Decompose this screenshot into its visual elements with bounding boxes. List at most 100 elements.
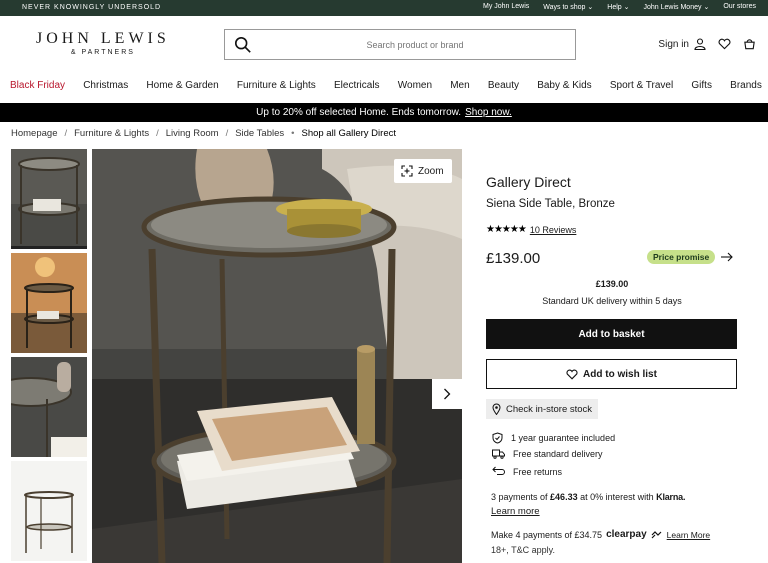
user-icon: [694, 38, 706, 50]
klarna-amount: £46.33: [550, 492, 578, 502]
shop-now-link[interactable]: Shop now.: [465, 107, 512, 118]
thumbnail-3[interactable]: [11, 357, 87, 457]
john-lewis-money-label: John Lewis Money: [643, 4, 702, 11]
nav-gifts[interactable]: Gifts: [691, 76, 712, 98]
add-to-basket-button[interactable]: Add to basket: [486, 319, 737, 349]
star-rating-icon: ★★★★★: [486, 224, 527, 235]
thumbnail-1[interactable]: [11, 149, 87, 249]
chevron-down-icon: ⌄: [703, 4, 710, 11]
utility-links: My John Lewis Ways to shop ⌄ Help ⌄ John…: [483, 3, 756, 11]
delivery-info: Standard UK delivery within 5 days: [542, 296, 682, 306]
chevron-down-icon: ⌄: [623, 4, 630, 11]
nav-black-friday[interactable]: Black Friday: [10, 76, 65, 98]
wishlist-label: Add to wish list: [583, 368, 657, 380]
ways-to-shop-label: Ways to shop: [543, 4, 586, 11]
breadcrumb-bullet: •: [291, 128, 295, 139]
reviews-link[interactable]: 10 Reviews: [530, 225, 577, 235]
nav-men[interactable]: Men: [450, 76, 469, 98]
promo-banner: Up to 20% off selected Home. Ends tomorr…: [0, 103, 768, 122]
breadcrumb-furniture-lights[interactable]: Furniture & Lights: [74, 128, 149, 139]
feature-delivery: Free standard delivery: [492, 449, 603, 459]
sign-in-label: Sign in: [658, 38, 689, 50]
ways-to-shop-link[interactable]: Ways to shop ⌄: [543, 3, 593, 11]
search-input[interactable]: [265, 35, 565, 55]
nav-baby-kids[interactable]: Baby & Kids: [537, 76, 591, 98]
product-brand[interactable]: Gallery Direct: [486, 174, 571, 190]
nav-electricals[interactable]: Electricals: [334, 76, 380, 98]
price-promise-badge: Price promise: [647, 250, 716, 264]
john-lewis-money-link[interactable]: John Lewis Money ⌄: [644, 3, 710, 11]
nav-home-garden[interactable]: Home & Garden: [146, 76, 218, 98]
price-promise[interactable]: Price promise: [647, 250, 734, 264]
utility-bar: NEVER KNOWINGLY UNDERSOLD My John Lewis …: [0, 0, 768, 16]
logo-subline: & PARTNERS: [70, 49, 135, 56]
feature-guarantee: 1 year guarantee included: [492, 432, 615, 444]
breadcrumb-separator: /: [225, 128, 229, 139]
help-link[interactable]: Help ⌄: [607, 3, 629, 11]
nav-furniture-lights[interactable]: Furniture & Lights: [237, 76, 316, 98]
nav-brands[interactable]: Brands: [730, 76, 762, 98]
nav-sport-travel[interactable]: Sport & Travel: [610, 76, 673, 98]
basket-icon[interactable]: [743, 38, 756, 50]
returns-icon: [492, 466, 505, 475]
thumbnail-1-image: [11, 149, 87, 249]
feature-returns: Free returns: [492, 466, 562, 477]
heart-icon[interactable]: [718, 38, 731, 50]
clearpay-arrows-icon: [651, 530, 662, 538]
thumbnail-4[interactable]: [11, 461, 87, 561]
klarna-learn-more-link[interactable]: Learn more: [491, 506, 540, 517]
shield-icon: [492, 432, 503, 444]
arrow-right-icon: [721, 252, 734, 262]
search-box[interactable]: [224, 29, 576, 60]
check-stock-button[interactable]: Check in-store stock: [486, 399, 599, 419]
promo-text: Up to 20% off selected Home. Ends tomorr…: [256, 107, 462, 118]
delivery-price: £139.00: [595, 279, 629, 289]
nav-beauty[interactable]: Beauty: [488, 76, 519, 98]
product-price: £139.00: [486, 250, 541, 267]
add-to-wishlist-button[interactable]: Add to wish list: [486, 359, 737, 389]
klarna-post: at 0% interest with: [580, 492, 654, 502]
breadcrumb-separator: /: [64, 128, 68, 139]
product-panel: Gallery Direct Siena Side Table, Bronze …: [462, 149, 762, 563]
next-image-button[interactable]: [432, 379, 462, 409]
clearpay-text: Make 4 payments of £34.75: [491, 529, 603, 540]
breadcrumb: Homepage / Furniture & Lights / Living R…: [11, 128, 396, 139]
logo-wordmark: JOHN LEWIS: [36, 30, 170, 47]
category-nav: Black Friday Christmas Home & Garden Fur…: [0, 76, 768, 98]
breadcrumb-homepage[interactable]: Homepage: [11, 128, 57, 139]
sign-in-link[interactable]: Sign in: [658, 38, 706, 50]
chevron-down-icon: ⌄: [587, 4, 594, 11]
check-stock-label: Check in-store stock: [506, 403, 593, 415]
guarantee-label: 1 year guarantee included: [511, 433, 616, 443]
klarna-offer: 3 payments of £46.33 at 0% interest with…: [491, 492, 685, 502]
product-name: Siena Side Table, Bronze: [486, 198, 615, 210]
header-actions: Sign in: [658, 38, 756, 50]
thumbnail-3-image: [11, 357, 87, 457]
breadcrumb-side-tables[interactable]: Side Tables: [235, 128, 284, 139]
thumbnail-2[interactable]: [11, 253, 87, 353]
heart-icon: [566, 369, 578, 380]
zoom-label: Zoom: [418, 165, 444, 177]
clearpay-offer: Make 4 payments of £34.75 clearpay Learn…: [491, 529, 710, 540]
our-stores-link[interactable]: Our stores: [723, 3, 756, 11]
john-lewis-logo[interactable]: JOHN LEWIS & PARTNERS: [36, 30, 170, 56]
returns-label: Free returns: [513, 466, 563, 477]
search-icon: [234, 36, 251, 53]
breadcrumb-gallery-direct[interactable]: Shop all Gallery Direct: [301, 128, 396, 139]
main-product-image[interactable]: Zoom: [92, 149, 462, 563]
delivery-truck-icon: [492, 449, 505, 459]
zoom-button[interactable]: Zoom: [394, 159, 452, 183]
nav-christmas[interactable]: Christmas: [83, 76, 128, 98]
my-john-lewis-link[interactable]: My John Lewis: [483, 3, 529, 11]
location-pin-icon: [492, 403, 501, 415]
breadcrumb-separator: /: [156, 128, 159, 139]
side-table-photo: [92, 149, 462, 563]
breadcrumb-living-room[interactable]: Living Room: [166, 128, 219, 139]
terms-text: 18+, T&C apply.: [491, 545, 555, 555]
clearpay-learn-more-link[interactable]: Learn More: [667, 530, 710, 540]
klarna-pre: 3 payments of: [491, 492, 548, 502]
zoom-icon: [401, 165, 413, 177]
clearpay-logo: clearpay: [606, 529, 647, 540]
nav-women[interactable]: Women: [398, 76, 432, 98]
help-label: Help: [607, 4, 622, 11]
